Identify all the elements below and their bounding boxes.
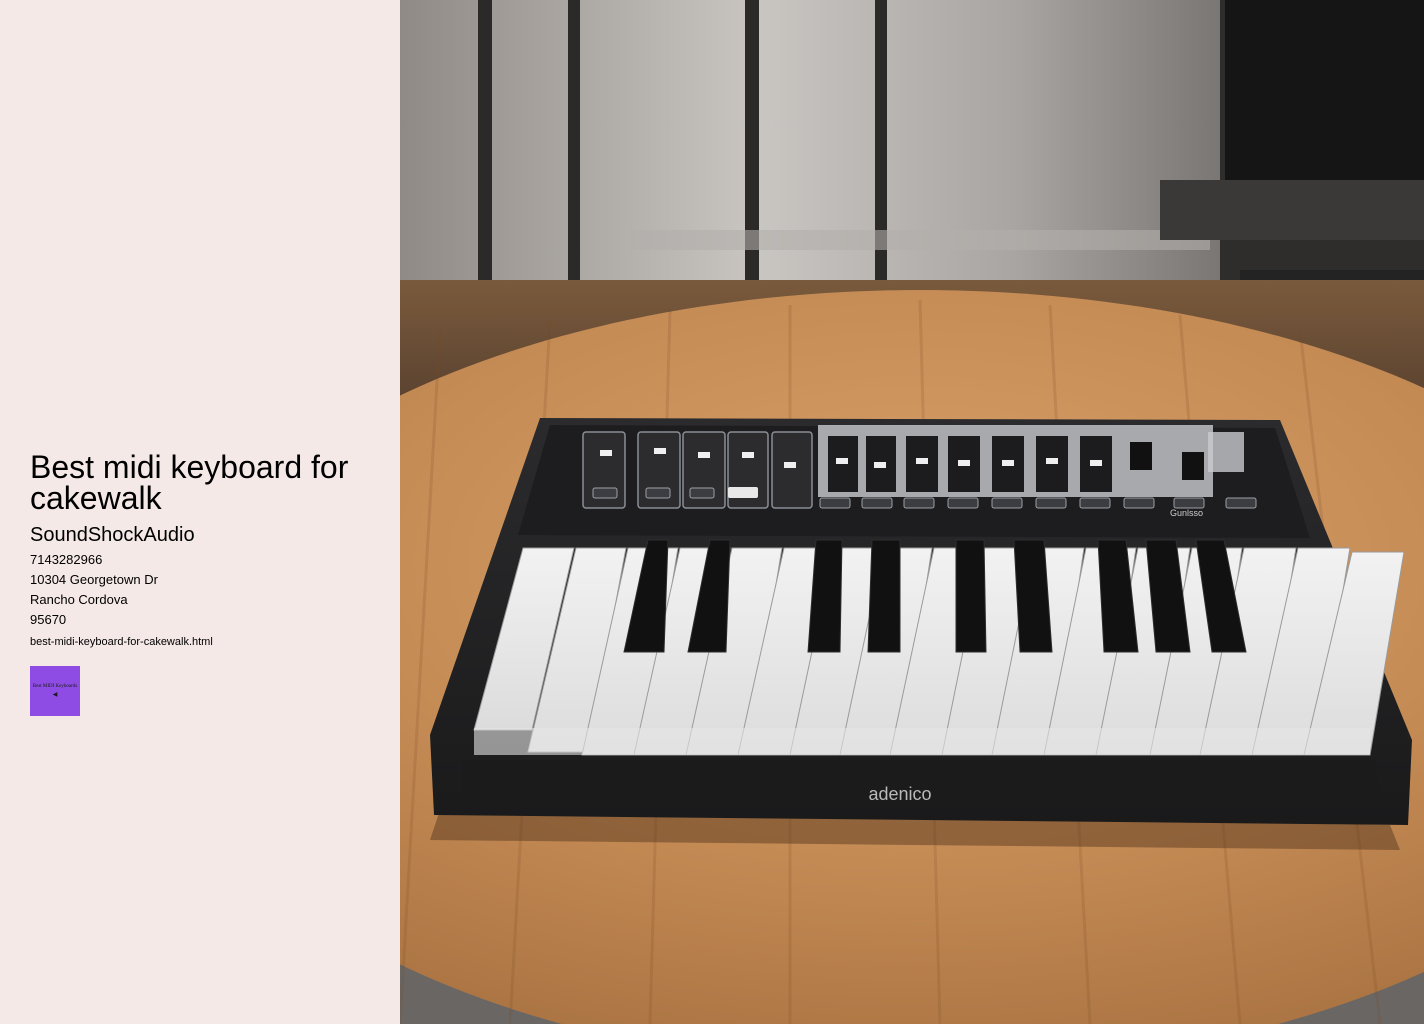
speaker-icon: ◀: [52, 692, 58, 698]
street-address: 10304 Georgetown Dr: [30, 572, 158, 587]
city: Rancho Cordova: [30, 592, 128, 607]
business-info: Best midi keyboard for cakewalk SoundSho…: [30, 449, 380, 716]
phone-number: 7143282966: [30, 552, 103, 567]
zip-code: 95670: [30, 612, 67, 627]
info-sidebar: Best midi keyboard for cakewalk SoundSho…: [0, 0, 400, 1024]
thumbnail-image-link[interactable]: Best MIDI Keyboards ◀: [30, 666, 80, 716]
hero-photo: Gunlsso adenico: [400, 0, 1424, 1024]
company-name: SoundShockAudio: [30, 524, 195, 546]
thumbnail-label: Best MIDI Keyboards: [32, 684, 78, 689]
panel-print: Gunlsso: [1170, 508, 1203, 518]
page-title: Best midi keyboard for cakewalk: [30, 449, 349, 516]
brand-logo-text: adenico: [868, 784, 931, 804]
midi-keyboard-photo: Gunlsso adenico: [400, 0, 1424, 1024]
page: Best midi keyboard for cakewalk SoundSho…: [0, 0, 1424, 1024]
page-filename: best-midi-keyboard-for-cakewalk.html: [30, 636, 213, 648]
